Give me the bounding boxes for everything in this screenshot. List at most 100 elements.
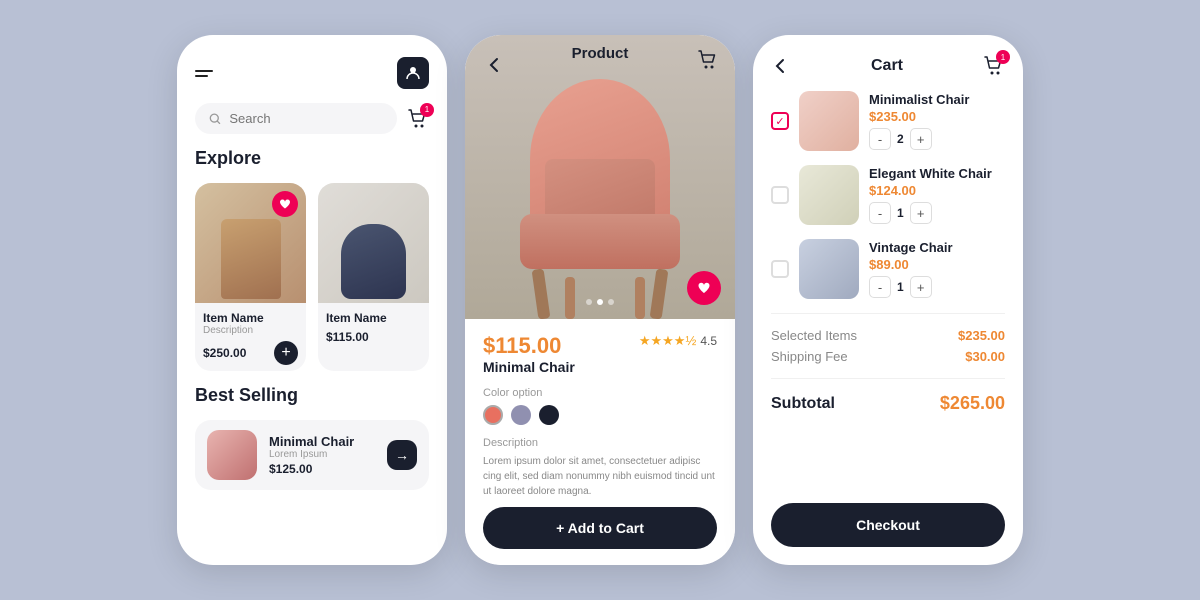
qty-value-3: 1 (897, 280, 904, 294)
search-input[interactable] (229, 111, 383, 126)
cart-item-img-1 (799, 91, 859, 151)
qty-control-1: - 2 + (869, 128, 1005, 150)
product-price-row-1: $250.00 + (203, 341, 298, 365)
qty-plus-1[interactable]: + (910, 128, 932, 150)
product-price-1: $250.00 (203, 346, 246, 360)
add-to-cart-button[interactable]: + Add to Cart (483, 507, 717, 549)
best-selling-info-1: Minimal Chair Lorem Ipsum $125.00 (269, 434, 375, 476)
explore-grid: Item Name Description $250.00 + Item Nam… (195, 183, 429, 371)
product-name-2: Item Name (326, 311, 421, 325)
selected-items-row: Selected Items $235.00 (771, 328, 1005, 343)
product-left: $115.00 Minimal Chair (483, 333, 575, 375)
qty-minus-2[interactable]: - (869, 202, 891, 224)
cart-divider-2 (771, 378, 1005, 379)
product-img-2 (318, 183, 429, 303)
cart-item-name-1: Minimalist Chair (869, 92, 1005, 107)
search-icon (209, 112, 221, 126)
cart-count-badge: 1 (996, 50, 1010, 64)
star-rating: ★★★★½ (639, 333, 696, 349)
best-selling-img-1 (207, 430, 257, 480)
search-box[interactable] (195, 103, 397, 134)
qty-minus-3[interactable]: - (869, 276, 891, 298)
product-info-1: Item Name Description $250.00 + (195, 303, 306, 371)
product-cart-icon[interactable] (697, 49, 719, 71)
phone-explore: 1 Explore Item Name Description (177, 35, 447, 565)
description-label: Description (483, 437, 538, 449)
cart-header-icon[interactable]: 1 (983, 55, 1005, 77)
dot-1 (586, 299, 592, 305)
explore-header (195, 57, 429, 89)
best-selling-name-1: Minimal Chair (269, 434, 375, 449)
image-dots (586, 299, 614, 305)
cart-summary: Selected Items $235.00 Shipping Fee $30.… (771, 328, 1005, 364)
best-selling-section: Best Selling (195, 385, 429, 406)
price-name-row: $115.00 Minimal Chair ★★★★½ 4.5 (483, 333, 717, 375)
product-info-2: Item Name $115.00 (318, 303, 429, 350)
product-name-main: Minimal Chair (483, 359, 575, 375)
selected-items-label: Selected Items (771, 328, 857, 343)
color-option-dark[interactable] (539, 405, 559, 425)
cart-screen-title: Cart (871, 57, 903, 75)
cart-icon-wrap[interactable]: 1 (407, 108, 429, 130)
qty-plus-2[interactable]: + (910, 202, 932, 224)
cart-checkbox-2[interactable] (771, 186, 789, 204)
description-section: Description Lorem ipsum dolor sit amet, … (483, 433, 717, 499)
product-price-main: $115.00 (483, 333, 575, 359)
subtotal-row: Subtotal $265.00 (771, 393, 1005, 414)
cart-checkbox-1[interactable] (771, 112, 789, 130)
back-button-cart[interactable] (771, 56, 791, 76)
color-label: Color option (483, 387, 542, 399)
subtotal-label: Subtotal (771, 395, 835, 413)
best-selling-title: Best Selling (195, 385, 429, 406)
cart-item-1: Minimalist Chair $235.00 - 2 + (771, 91, 1005, 151)
qty-control-3: - 1 + (869, 276, 1005, 298)
cart-item-img-3 (799, 239, 859, 299)
best-selling-price-1: $125.00 (269, 462, 375, 476)
product-desc-1: Description (203, 325, 298, 336)
cart-item-name-3: Vintage Chair (869, 240, 1005, 255)
rating-row: ★★★★½ 4.5 (639, 333, 717, 349)
qty-plus-3[interactable]: + (910, 276, 932, 298)
favorite-button-1[interactable] (272, 191, 298, 217)
qty-value-1: 2 (897, 132, 904, 146)
qty-value-2: 1 (897, 206, 904, 220)
menu-icon[interactable] (195, 70, 213, 77)
product-price-row-2: $115.00 (326, 330, 421, 344)
search-row: 1 (195, 103, 429, 134)
phone-product: Product (465, 35, 735, 565)
favorite-button-product[interactable] (687, 271, 721, 305)
avatar-button[interactable] (397, 57, 429, 89)
cart-item-img-2 (799, 165, 859, 225)
product-card-1[interactable]: Item Name Description $250.00 + (195, 183, 306, 371)
product-price-2: $115.00 (326, 330, 369, 344)
product-card-2[interactable]: Item Name $115.00 (318, 183, 429, 371)
cart-checkbox-3[interactable] (771, 260, 789, 278)
shipping-row: Shipping Fee $30.00 (771, 349, 1005, 364)
cart-item-details-3: Vintage Chair $89.00 - 1 + (869, 240, 1005, 298)
explore-title: Explore (195, 148, 429, 169)
phone-cart: Cart 1 Minimalist Chair $235.00 - 2 + (753, 35, 1023, 565)
dot-3 (608, 299, 614, 305)
shipping-label: Shipping Fee (771, 349, 848, 364)
product-image-section: Product (465, 35, 735, 319)
cart-item-name-2: Elegant White Chair (869, 166, 1005, 181)
qty-minus-1[interactable]: - (869, 128, 891, 150)
color-options (483, 405, 717, 425)
dot-2 (597, 299, 603, 305)
cart-item-price-2: $124.00 (869, 183, 1005, 198)
rating-value: 4.5 (700, 334, 717, 348)
color-option-gray[interactable] (511, 405, 531, 425)
chair-illustration (500, 59, 700, 319)
best-selling-card-1[interactable]: Minimal Chair Lorem Ipsum $125.00 → (195, 420, 429, 490)
cart-item-details-1: Minimalist Chair $235.00 - 2 + (869, 92, 1005, 150)
color-option-red[interactable] (483, 405, 503, 425)
cart-header: Cart 1 (771, 55, 1005, 77)
checkout-button[interactable]: Checkout (771, 503, 1005, 547)
best-selling-sub-1: Lorem Ipsum (269, 449, 375, 460)
qty-control-2: - 1 + (869, 202, 1005, 224)
product-info-section: $115.00 Minimal Chair ★★★★½ 4.5 Color op… (465, 319, 735, 565)
selected-items-value: $235.00 (958, 328, 1005, 343)
best-selling-arrow-1[interactable]: → (387, 440, 417, 470)
shipping-value: $30.00 (965, 349, 1005, 364)
add-button-1[interactable]: + (274, 341, 298, 365)
